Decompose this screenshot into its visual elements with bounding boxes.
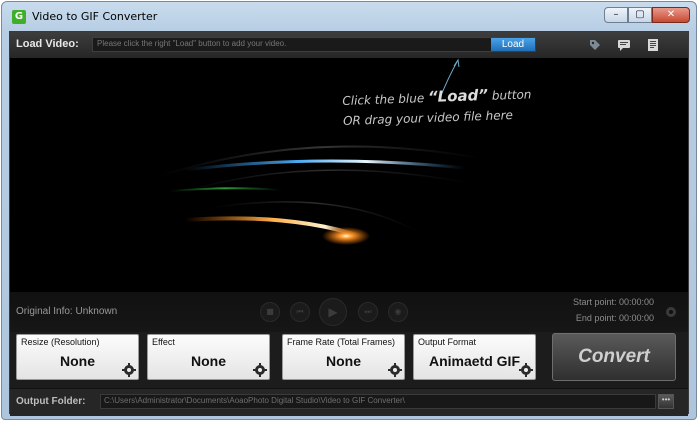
hint-prefix: Click the blue [342,91,429,108]
resize-option[interactable]: Resize (Resolution) None [16,334,139,380]
drop-hint-text: Click the blue “Load” button OR drag you… [342,83,532,131]
gear-icon[interactable] [664,305,678,319]
gear-icon[interactable] [253,363,267,377]
output-format-value: Animaetd GIF [428,353,520,369]
maximize-button[interactable]: ▢ [628,7,652,23]
window-controls: – ▢ ✕ [604,7,690,25]
next-button[interactable]: ⏭ [358,302,378,322]
output-format-option[interactable]: Output Format Animaetd GIF [413,334,536,380]
resize-value: None [60,353,95,369]
frame-rate-value: None [326,353,361,369]
player-controls: Original Info: Unknown ■ ⏮ ▶ ⏭ ◉ Start p… [10,292,688,332]
frame-rate-option[interactable]: Frame Rate (Total Frames) None [282,334,405,380]
load-button[interactable]: Load [491,38,535,51]
gear-icon[interactable] [122,363,136,377]
previous-button[interactable]: ⏮ [290,302,310,322]
window-title: Video to GIF Converter [32,10,158,23]
load-bar: Load Video: Please click the right "Load… [10,32,688,59]
browse-button[interactable]: ••• [658,394,674,409]
resize-label: Resize (Resolution) [21,337,100,347]
stop-button[interactable]: ■ [260,302,280,322]
video-path-input[interactable]: Please click the right "Load" button to … [92,37,536,52]
minimize-button[interactable]: – [604,7,628,23]
app-icon: G [12,10,26,24]
video-drop-area[interactable]: Click the blue “Load” button OR drag you… [10,58,688,292]
output-folder-label: Output Folder: [16,396,86,407]
play-button[interactable]: ▶ [319,298,347,326]
effect-option[interactable]: Effect None [147,334,270,380]
close-button[interactable]: ✕ [652,7,690,23]
hint-load-highlight: “Load” [427,85,489,106]
end-point: End point: 00:00:00 [575,313,654,323]
convert-button[interactable]: Convert [552,333,676,381]
video-path-placeholder: Please click the right "Load" button to … [97,39,287,48]
effect-value: None [191,353,226,369]
hint-suffix: button [487,87,532,103]
output-format-label: Output Format [418,337,477,347]
original-info: Original Info: Unknown [16,306,118,317]
load-video-label: Load Video: [16,38,79,50]
output-folder-path: C:\Users\Administrator\Documents\AoaoPho… [104,396,405,405]
snapshot-button[interactable]: ◉ [388,302,408,322]
options-panel: Resize (Resolution) None Effect None Fra… [10,332,688,388]
main-panel: Load Video: Please click the right "Load… [9,31,689,416]
output-folder-field[interactable]: C:\Users\Administrator\Documents\AoaoPho… [100,394,656,409]
gear-icon[interactable] [519,363,533,377]
chat-icon[interactable] [617,38,631,52]
effect-label: Effect [152,337,175,347]
title-bar[interactable]: G Video to GIF Converter – ▢ ✕ [2,2,696,32]
tag-icon[interactable] [588,38,602,52]
gear-icon[interactable] [388,363,402,377]
output-folder-bar: Output Folder: C:\Users\Administrator\Do… [10,388,688,416]
document-icon[interactable] [646,38,660,52]
start-point: Start point: 00:00:00 [572,297,654,307]
app-window: G Video to GIF Converter – ▢ ✕ Load Vide… [1,1,697,420]
frame-rate-label: Frame Rate (Total Frames) [287,337,396,347]
